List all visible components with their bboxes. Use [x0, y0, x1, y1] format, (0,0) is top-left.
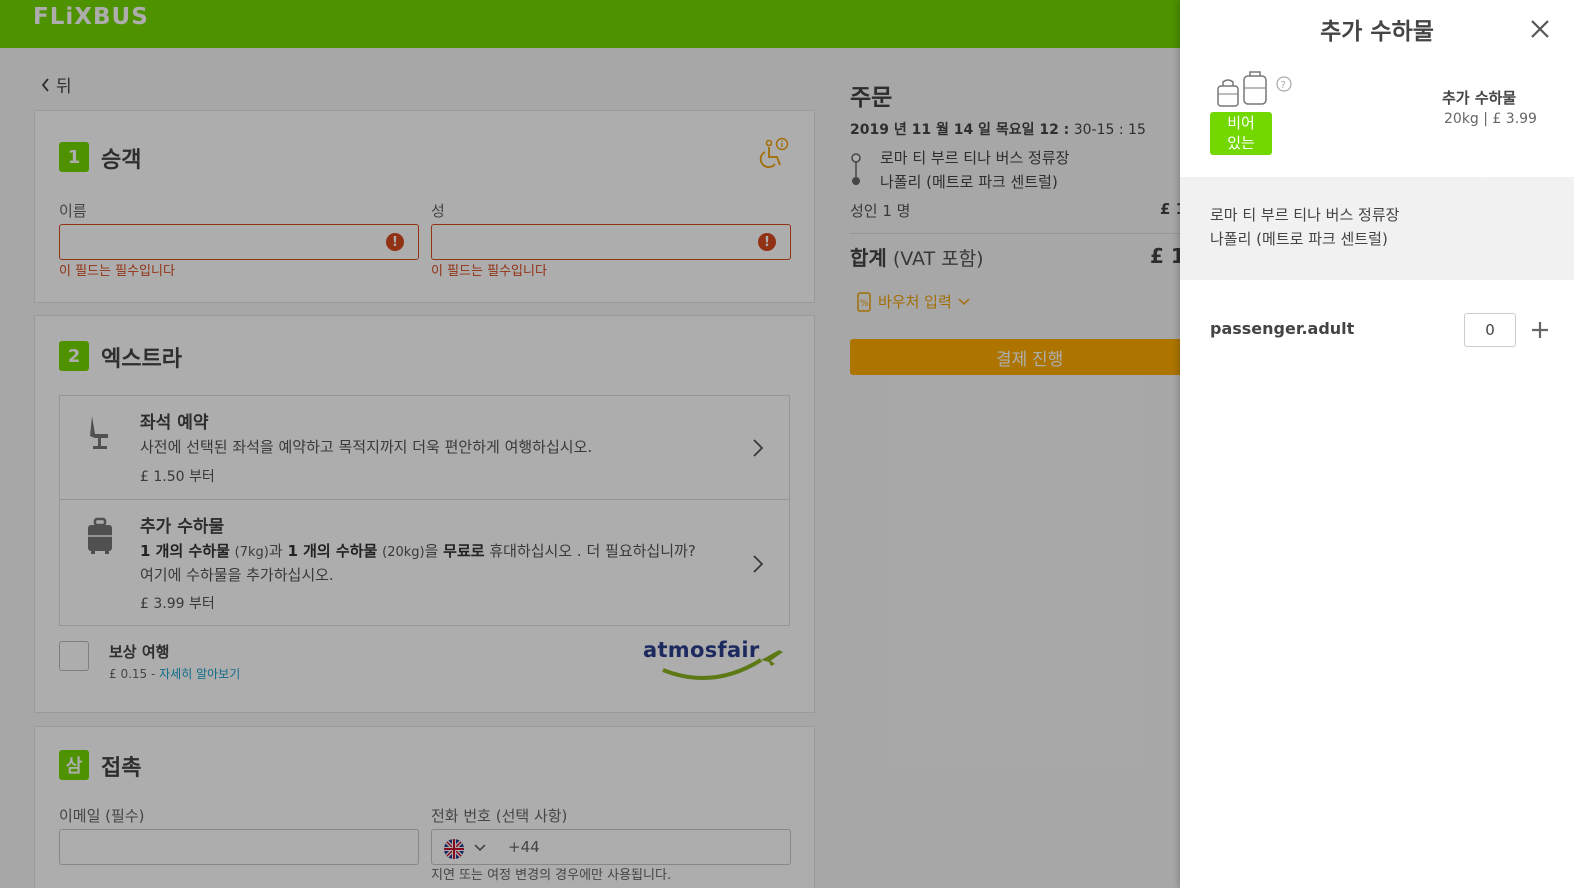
modal-overlay[interactable]: [0, 0, 1180, 888]
bag-price: 20kg | £ 3.99: [1444, 111, 1537, 127]
empty-badge: 비어 있는: [1210, 112, 1272, 155]
backpack-icon: [1243, 71, 1267, 105]
extra-luggage-drawer: 추가 수하물 ? 비어 있는 추가 수하물 20kg | £ 3.99 로마 티 …: [1180, 0, 1574, 888]
small-bag-icon: [1217, 79, 1239, 107]
plus-icon[interactable]: [1530, 318, 1550, 342]
luggage-quantity-input[interactable]: [1464, 313, 1516, 347]
route-box-pointer: [1472, 166, 1500, 178]
drawer-arrival-stop: 나폴리 (메트로 파크 센트럴): [1210, 230, 1388, 248]
drawer-route-box: 로마 티 부르 티나 버스 정류장 나폴리 (메트로 파크 센트럴): [1180, 177, 1574, 280]
drawer-title: 추가 수하물: [1320, 19, 1434, 45]
help-icon: ?: [1276, 76, 1292, 92]
passenger-type-label: passenger.adult: [1210, 319, 1355, 338]
svg-text:?: ?: [1281, 80, 1286, 91]
drawer-departure-stop: 로마 티 부르 티나 버스 정류장: [1210, 206, 1400, 224]
close-icon[interactable]: [1528, 17, 1552, 41]
bag-title: 추가 수하물: [1442, 89, 1517, 107]
luggage-icons: ?: [1217, 71, 1292, 107]
